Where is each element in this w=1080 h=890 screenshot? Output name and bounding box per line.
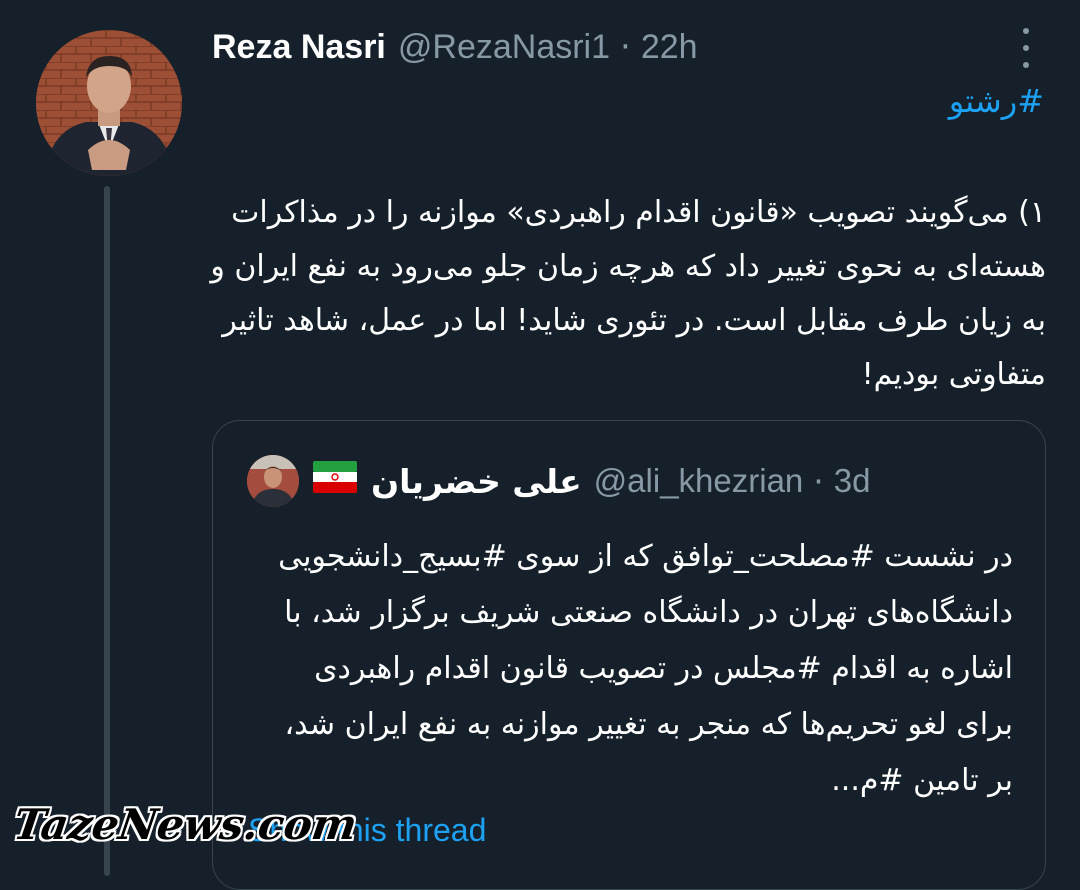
watermark-logo: TazeNews.com xyxy=(11,800,360,849)
tweet-header: Reza Nasri @RezaNasri1 · 22h xyxy=(212,22,698,72)
tweet-timestamp[interactable]: 22h xyxy=(641,28,698,67)
iran-flag-icon xyxy=(313,461,357,501)
separator-dot: · xyxy=(620,27,631,67)
quoted-author-name[interactable]: علی خضریان xyxy=(371,462,582,501)
hashtag-link[interactable]: #رشتو xyxy=(949,82,1044,120)
author-avatar[interactable] xyxy=(36,30,182,176)
quoted-timestamp[interactable]: 3d xyxy=(834,462,871,500)
quoted-tweet-header: علی خضریان @ali_khezrian · 3d xyxy=(247,455,871,507)
author-name[interactable]: Reza Nasri xyxy=(212,28,386,67)
thread-connector-line xyxy=(104,186,110,876)
quoted-tweet-text: در نشست #مصلحت_توافق که از سوی #بسیج_دان… xyxy=(278,539,1013,798)
quoted-author-handle[interactable]: @ali_khezrian xyxy=(594,462,804,500)
quoted-author-avatar[interactable] xyxy=(247,455,299,507)
author-handle[interactable]: @RezaNasri1 xyxy=(398,28,610,67)
tweet-text: ۱) می‌گویند تصویب «قانون اقدام راهبردی» … xyxy=(210,195,1046,392)
more-options-icon[interactable] xyxy=(1016,28,1036,68)
watermark-text: TazeNews.com xyxy=(10,800,361,849)
quoted-separator-dot: · xyxy=(813,461,824,501)
